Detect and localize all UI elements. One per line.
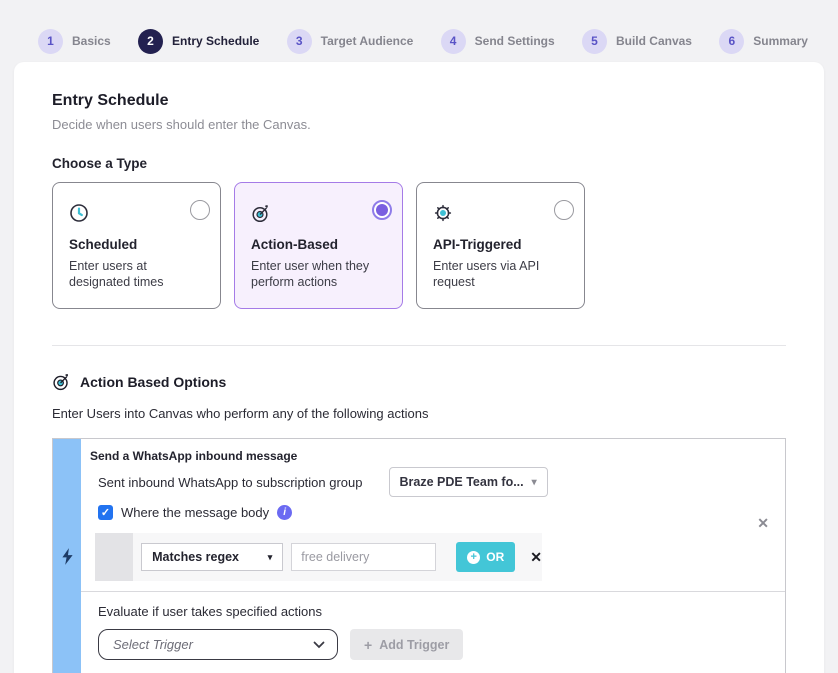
remove-trigger-icon[interactable]: ✕ [757, 515, 769, 532]
step-entry-schedule[interactable]: 2 Entry Schedule [138, 29, 259, 54]
step-number-badge: 3 [287, 29, 312, 54]
option-title: Action-Based [251, 237, 386, 252]
step-label: Entry Schedule [172, 34, 259, 48]
step-target-audience[interactable]: 3 Target Audience [287, 29, 414, 54]
action-options-description: Enter Users into Canvas who perform any … [52, 406, 786, 421]
entry-type-options: Scheduled Enter users at designated time… [52, 182, 786, 309]
regex-value-input[interactable] [291, 543, 436, 571]
operator-select[interactable]: Matches regex ▾ [141, 543, 283, 571]
or-button-label: OR [486, 550, 504, 564]
chevron-down-icon: ▾ [268, 552, 273, 563]
step-send-settings[interactable]: 4 Send Settings [441, 29, 555, 54]
add-or-condition-button[interactable]: + OR [456, 542, 515, 572]
page-title: Entry Schedule [52, 92, 786, 110]
step-number-badge: 4 [441, 29, 466, 54]
evaluate-label: Evaluate if user takes specified actions [90, 604, 769, 619]
option-scheduled[interactable]: Scheduled Enter users at designated time… [52, 182, 221, 309]
option-description: Enter user when they perform actions [251, 258, 376, 290]
info-icon[interactable]: i [277, 505, 292, 520]
lightning-bolt-icon [61, 548, 74, 565]
step-label: Send Settings [475, 34, 555, 48]
target-icon [251, 203, 271, 223]
trigger-content: Send a WhatsApp inbound message Sent inb… [81, 439, 785, 660]
step-label: Target Audience [321, 34, 414, 48]
add-trigger-button[interactable]: + Add Trigger [350, 629, 463, 660]
option-description: Enter users via API request [433, 258, 558, 290]
action-options-header: Action Based Options [52, 372, 786, 391]
radio-api-triggered[interactable] [554, 200, 574, 220]
message-body-filter-row: ✓ Where the message body i [90, 505, 769, 520]
condition-row: Matches regex ▾ + OR ✕ [95, 533, 542, 581]
operator-value: Matches regex [152, 550, 239, 564]
option-title: Scheduled [69, 237, 204, 252]
entry-schedule-panel: Entry Schedule Decide when users should … [14, 62, 824, 673]
plus-circle-icon: + [467, 551, 480, 564]
step-number-badge: 2 [138, 29, 163, 54]
chevron-down-icon [313, 641, 325, 649]
page-subtitle: Decide when users should enter the Canva… [52, 117, 786, 132]
step-summary[interactable]: 6 Summary [719, 29, 808, 54]
option-api-triggered[interactable]: API-Triggered Enter users via API reques… [416, 182, 585, 309]
option-description: Enter users at designated times [69, 258, 194, 290]
remove-condition-icon[interactable]: ✕ [530, 549, 542, 566]
section-divider [52, 345, 786, 346]
chevron-down-icon: ▾ [532, 477, 537, 488]
wizard-stepper: 1 Basics 2 Entry Schedule 3 Target Audie… [0, 0, 838, 62]
drag-handle[interactable] [95, 533, 133, 581]
where-message-body-checkbox[interactable]: ✓ [98, 505, 113, 520]
step-label: Build Canvas [616, 34, 692, 48]
step-number-badge: 1 [38, 29, 63, 54]
trigger-divider [81, 591, 785, 592]
step-number-badge: 6 [719, 29, 744, 54]
radio-scheduled[interactable] [190, 200, 210, 220]
add-trigger-label: Add Trigger [379, 638, 449, 652]
step-basics[interactable]: 1 Basics [38, 29, 111, 54]
plus-icon: + [364, 637, 372, 653]
radio-action-based[interactable] [372, 200, 392, 220]
option-action-based[interactable]: Action-Based Enter user when they perfor… [234, 182, 403, 309]
trigger-title: Send a WhatsApp inbound message [90, 449, 769, 463]
subscription-row: Sent inbound WhatsApp to subscription gr… [90, 467, 769, 497]
subscription-label: Sent inbound WhatsApp to subscription gr… [98, 475, 363, 490]
trigger-accent-strip [53, 439, 81, 673]
action-options-title: Action Based Options [80, 374, 226, 390]
clock-icon [69, 203, 89, 223]
target-icon [52, 372, 71, 391]
step-label: Basics [72, 34, 111, 48]
choose-type-label: Choose a Type [52, 156, 786, 171]
select-trigger-placeholder: Select Trigger [113, 637, 193, 652]
option-title: API-Triggered [433, 237, 568, 252]
trigger-card: ✕ Send a WhatsApp inbound message Sent i… [52, 438, 786, 673]
step-number-badge: 5 [582, 29, 607, 54]
select-trigger-dropdown[interactable]: Select Trigger [98, 629, 338, 660]
gear-icon [433, 203, 453, 223]
subscription-group-select[interactable]: Braze PDE Team fo... ▾ [389, 467, 548, 497]
add-trigger-row: Select Trigger + Add Trigger [90, 629, 769, 660]
step-build-canvas[interactable]: 5 Build Canvas [582, 29, 692, 54]
subscription-group-value: Braze PDE Team fo... [400, 475, 524, 489]
step-label: Summary [753, 34, 808, 48]
where-message-body-label: Where the message body [121, 505, 269, 520]
